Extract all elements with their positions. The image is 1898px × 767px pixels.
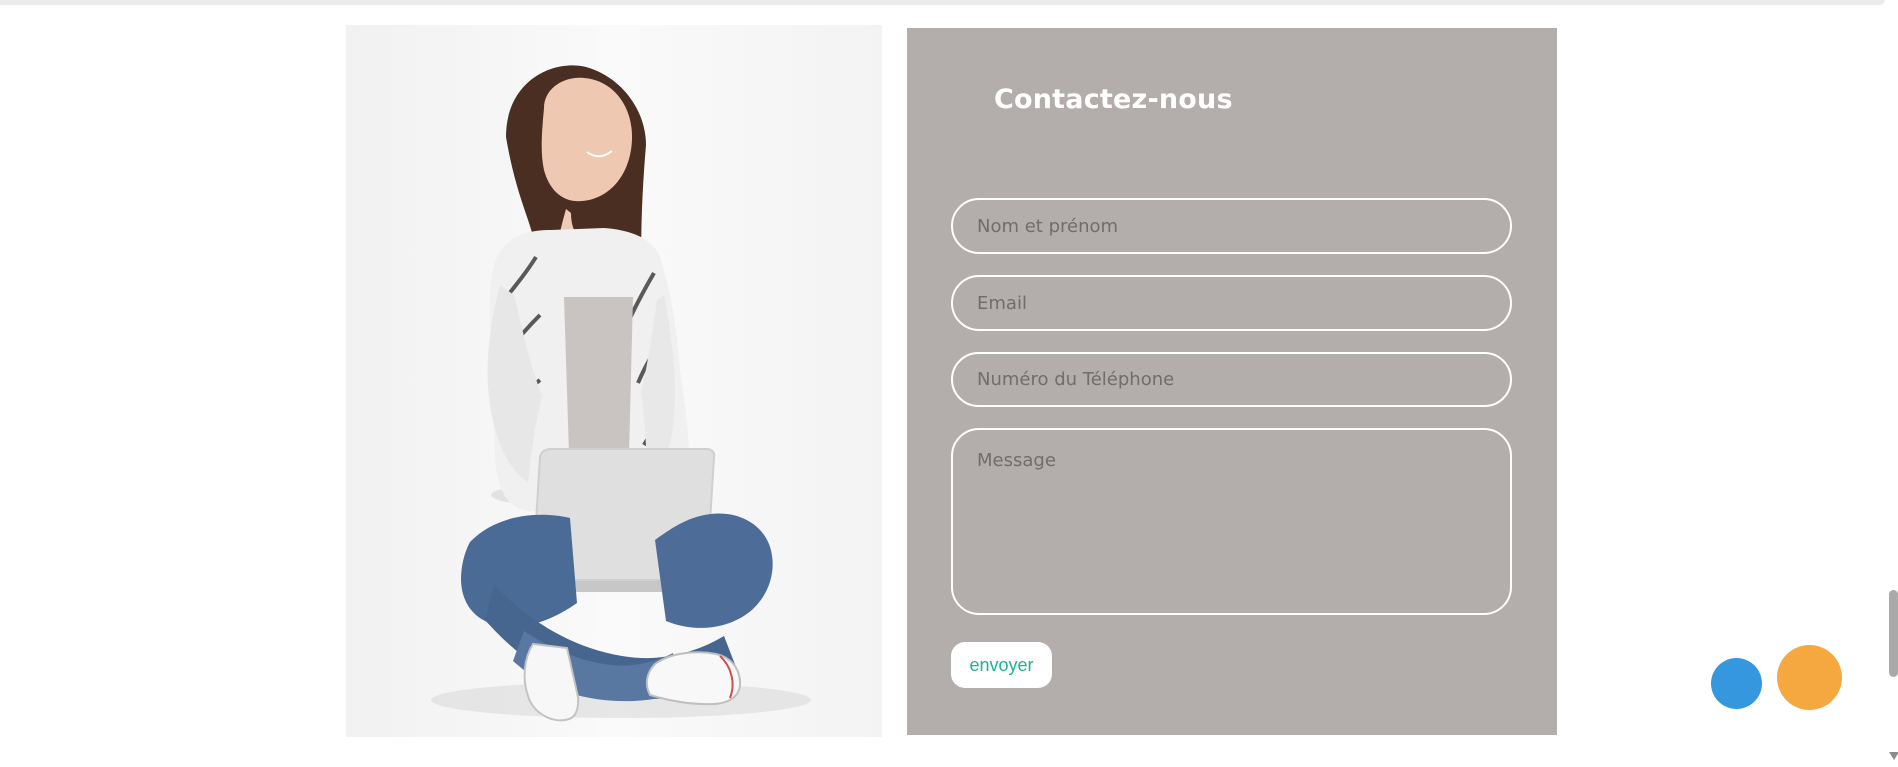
woman-laptop-illustration (431, 65, 811, 722)
scrollbar-thumb[interactable] (1889, 590, 1898, 677)
name-input[interactable] (951, 198, 1512, 254)
woman-laptop-photo (346, 25, 882, 737)
message-textarea[interactable] (951, 428, 1512, 615)
orange-floating-button[interactable] (1777, 645, 1842, 710)
contact-title: Contactez-nous (994, 84, 1233, 115)
top-divider (0, 0, 1885, 5)
blue-floating-button[interactable] (1711, 658, 1762, 709)
send-button[interactable]: envoyer (951, 642, 1052, 688)
scroll-down-arrow-icon[interactable] (1889, 752, 1898, 760)
email-input[interactable] (951, 275, 1512, 331)
contact-form-panel: Contactez-nous envoyer (907, 28, 1557, 735)
phone-input[interactable] (951, 352, 1512, 407)
